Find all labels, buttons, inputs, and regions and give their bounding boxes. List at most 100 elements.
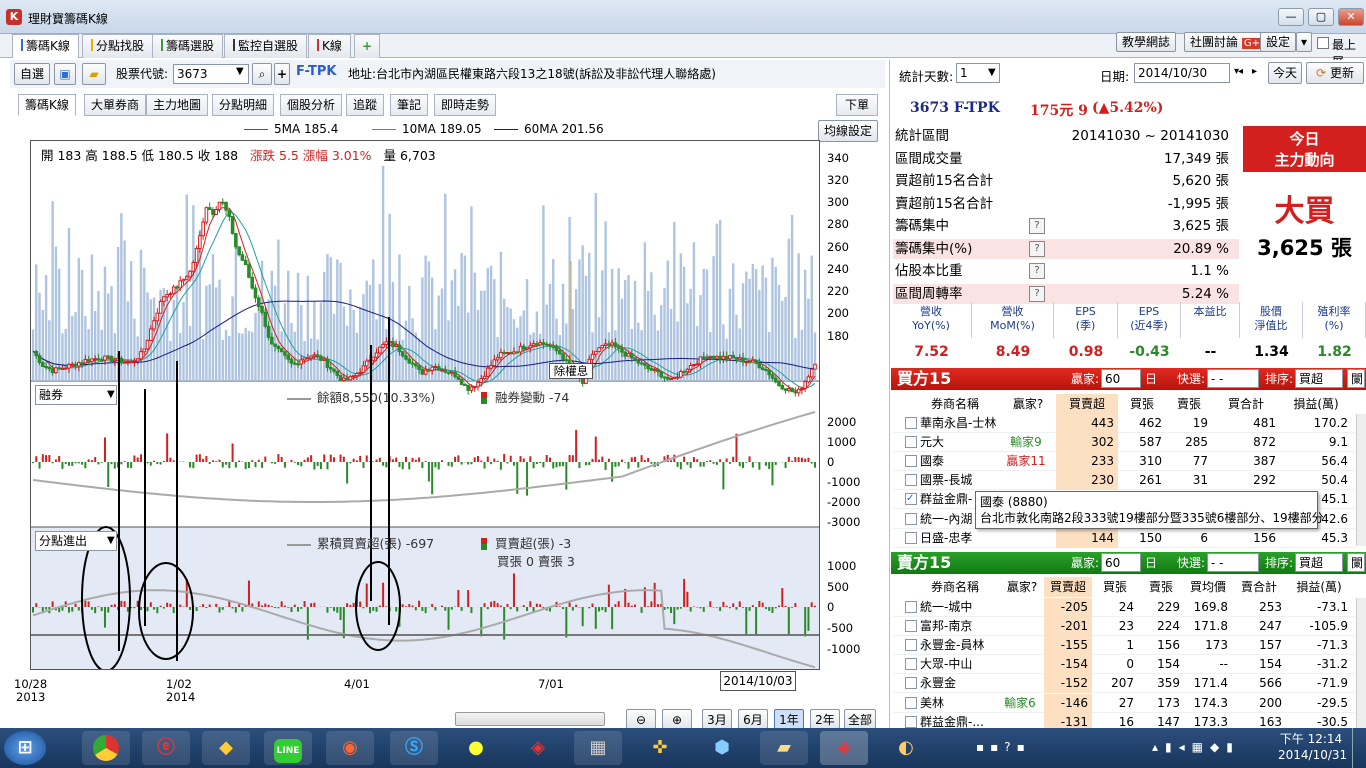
calculator-icon[interactable]: ▦ — [574, 731, 622, 765]
maximize-button[interactable]: ▢ — [1308, 8, 1334, 26]
subtab-realtime[interactable]: 即時走勢 — [434, 94, 497, 116]
column-header[interactable]: 贏家? — [1000, 577, 1044, 597]
column-header[interactable]: 贏家? — [1000, 394, 1056, 414]
show-desktop-button[interactable] — [1352, 728, 1366, 768]
subtab-chip-kline[interactable]: 籌碼K線 — [18, 94, 76, 116]
gem-icon[interactable]: ◈ — [514, 731, 562, 765]
row-checkbox[interactable]: ✓ — [905, 493, 917, 506]
table-row[interactable]: 華南永昌-士林 443 462 19 481 170.2 — [893, 414, 1355, 433]
tab-chip-kline[interactable]: 籌碼K線 — [12, 34, 79, 58]
table-row[interactable]: 國泰 贏家11 233 310 77 387 56.4 — [893, 452, 1355, 472]
help-icon[interactable]: ? — [1029, 218, 1045, 234]
prev-date-icon[interactable]: ◂ — [1238, 66, 1243, 77]
row-checkbox[interactable] — [905, 677, 917, 690]
refresh-button[interactable]: ⟳ 更新 — [1306, 62, 1364, 84]
tab-kline[interactable]: K線 — [308, 34, 351, 58]
column-header[interactable]: 買賣超 — [1056, 394, 1118, 414]
row-checkbox[interactable] — [905, 436, 917, 449]
add-tab-icon[interactable]: + — [354, 34, 380, 58]
column-header[interactable]: 損益(萬) — [1286, 577, 1352, 597]
today-button[interactable]: 今天 — [1268, 62, 1302, 84]
table-row[interactable]: 永豐金-員林 -155 1 156 173 157 -71.3 — [893, 636, 1355, 656]
column-header[interactable]: 券商名稱 — [910, 394, 1000, 414]
row-checkbox[interactable] — [905, 639, 917, 652]
table-row[interactable]: 大眾-中山 -154 0 154 -- 154 -31.2 — [893, 655, 1355, 675]
range-2y-button[interactable]: 2年 — [810, 709, 840, 729]
row-checkbox[interactable] — [905, 658, 917, 671]
add-icon[interactable]: + — [274, 63, 290, 85]
flash-icon[interactable]: ◉ — [326, 731, 374, 765]
line-icon[interactable]: LINE — [264, 731, 312, 765]
tray-icons[interactable]: ▪▪?▪ — [976, 740, 1031, 754]
skype-icon[interactable]: Ⓢ — [390, 731, 438, 765]
chevron-down-icon[interactable]: ▼ — [107, 535, 115, 546]
settings-dropdown-icon[interactable]: ▾ — [1296, 32, 1312, 52]
sell-table-scrollbar[interactable] — [1356, 598, 1366, 728]
close-button[interactable]: ✕ — [1338, 8, 1364, 26]
table-row[interactable]: 永豐金 -152 207 359 171.4 566 -71.9 — [893, 674, 1355, 694]
panel2-select[interactable]: 融券 — [35, 385, 117, 405]
chevron-down-icon[interactable]: ▼ — [107, 389, 115, 400]
panel3-select[interactable]: 分點進出 — [35, 531, 117, 551]
column-header[interactable]: 賣張 — [1138, 577, 1184, 597]
row-checkbox[interactable] — [905, 620, 917, 633]
folder-icon[interactable]: ▰ — [82, 63, 106, 85]
zoom-out-icon[interactable]: ⊖ — [626, 709, 656, 729]
buy-filter-select[interactable]: - - — [1207, 369, 1259, 388]
browser-e-icon[interactable]: ⓔ — [142, 731, 190, 765]
help-icon[interactable]: ? — [1029, 285, 1045, 302]
paint-icon[interactable]: ◐ — [882, 731, 930, 765]
ma-settings-button[interactable]: 均線設定 — [818, 120, 878, 142]
chrome-icon[interactable] — [82, 731, 130, 765]
range-1y-button[interactable]: 1年 — [774, 709, 804, 729]
table-row[interactable]: 統一-城中 -205 24 229 169.8 253 -73.1 — [893, 598, 1355, 617]
sell-winner-select[interactable]: 60 — [1101, 553, 1141, 572]
shield-icon[interactable]: ⬢ — [698, 731, 746, 765]
column-header[interactable]: 買張 — [1092, 577, 1138, 597]
sell-sort-select[interactable]: 買超 — [1295, 553, 1343, 572]
tab-branch-finder[interactable]: 分點找股 — [82, 34, 154, 58]
topmost-checkbox[interactable] — [1317, 37, 1329, 49]
clock[interactable]: 下午 12:14 2014/10/31 — [1278, 731, 1347, 763]
system-tray-icons[interactable]: ▴▮◂▦◆▮ — [1152, 740, 1240, 754]
subtab-notes[interactable]: 筆記 — [390, 94, 429, 116]
column-header[interactable]: 券商名稱 — [910, 577, 1000, 597]
range-all-button[interactable]: 全部 — [844, 709, 876, 729]
sell-columns-button[interactable]: 闌 — [1347, 553, 1365, 572]
table-row[interactable]: 日盛-忠孝 144 150 6 156 45.3 — [893, 528, 1355, 548]
column-header[interactable]: 損益(萬) — [1280, 394, 1352, 414]
row-checkbox[interactable] — [905, 512, 917, 525]
start-button-icon[interactable]: ⊞ — [4, 731, 46, 765]
row-checkbox[interactable] — [905, 696, 917, 709]
row-checkbox[interactable] — [905, 455, 917, 468]
row-checkbox[interactable] — [905, 417, 917, 429]
range-6m-button[interactable]: 6月 — [738, 709, 768, 729]
settings-button[interactable]: 設定 — [1260, 32, 1297, 52]
row-checkbox[interactable] — [905, 715, 917, 728]
table-row[interactable]: 富邦-南京 -201 23 224 171.8 247 -105.9 — [893, 617, 1355, 637]
table-row[interactable]: 國票-長城 230 261 31 292 50.4 — [893, 471, 1355, 491]
table-row[interactable]: 美林 輸家6 -146 27 173 174.3 200 -29.5 — [893, 693, 1355, 713]
zoom-in-icon[interactable]: ⊕ — [662, 709, 692, 729]
active-app-icon[interactable]: ◈ — [820, 731, 868, 765]
chart-scrollbar[interactable] — [455, 712, 605, 726]
row-checkbox[interactable] — [905, 601, 917, 613]
subtab-stock-analysis[interactable]: 個股分析 — [280, 94, 343, 116]
chevron-down-icon[interactable]: ▼ — [988, 67, 996, 78]
chevron-down-icon[interactable]: ▼ — [236, 66, 244, 77]
teaching-blog-button[interactable]: 教學網誌 — [1116, 32, 1177, 52]
qq-icon[interactable]: ● — [452, 731, 500, 765]
buy-sort-select[interactable]: 買超 — [1295, 369, 1343, 388]
column-header[interactable]: 買均價 — [1184, 577, 1232, 597]
subtab-branch-detail[interactable]: 分點明細 — [212, 94, 275, 116]
column-header[interactable]: 賣張 — [1166, 394, 1212, 414]
search-icon[interactable]: ⌕ — [252, 63, 272, 85]
subtab-big-brokers[interactable]: 大單券商 — [84, 94, 147, 116]
row-checkbox[interactable] — [905, 474, 917, 487]
save-icon[interactable]: ▣ — [54, 63, 76, 85]
python-icon[interactable]: ✜ — [636, 731, 684, 765]
buy-columns-button[interactable]: 闌 — [1347, 369, 1365, 388]
watchlist-button[interactable]: 自選 — [14, 63, 50, 85]
column-header[interactable]: 賣合計 — [1232, 577, 1286, 597]
buy-winner-select[interactable]: 60 — [1101, 369, 1141, 388]
